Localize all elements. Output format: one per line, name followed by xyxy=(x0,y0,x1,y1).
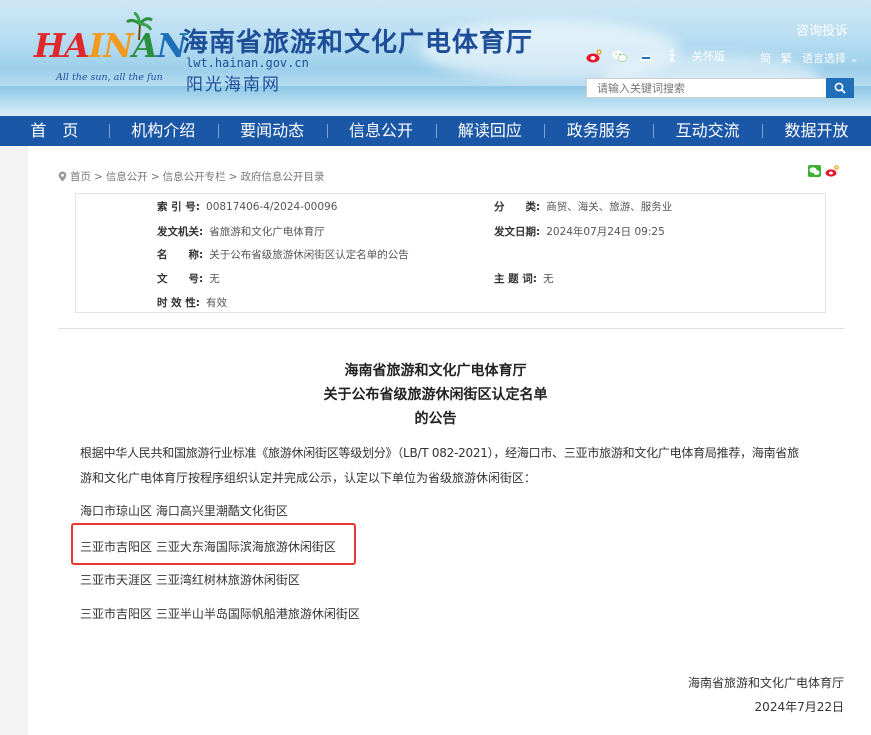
nav-services[interactable]: 政务服务 xyxy=(544,116,653,146)
consult-link[interactable]: 咨询投诉 xyxy=(796,20,848,39)
highlight-box xyxy=(71,523,356,565)
mobile-app-icon[interactable] xyxy=(638,48,654,64)
article-intro: 根据中华人民共和国旅游行业标准《旅游休闲街区等级划分》（LB/T 082-202… xyxy=(80,446,799,460)
meta-category: 分 类: 商贸、海关、旅游、服务业 xyxy=(494,201,673,213)
nav-home[interactable]: 首 页 xyxy=(0,116,109,146)
meta-issuer: 发文机关: 省旅游和文化广电体育厅 xyxy=(157,226,325,238)
nav-interpretation[interactable]: 解读回应 xyxy=(435,116,545,146)
search-bar xyxy=(586,78,854,98)
meta-validity: 时 效 性: 有效 xyxy=(157,297,228,309)
weibo-icon[interactable] xyxy=(586,48,602,64)
list-item: 三亚市天涯区 三亚湾红树林旅游休闲街区 xyxy=(80,573,300,587)
article-title-line: 海南省旅游和文化广电体育厅 xyxy=(344,363,527,379)
search-input[interactable] xyxy=(586,78,826,98)
site-subtitle: 阳光海南网 xyxy=(186,75,281,95)
nav-info-disclosure[interactable]: 信息公开 xyxy=(326,116,436,146)
social-icons: 关怀版 xyxy=(586,48,725,64)
article-intro: 游和文化广电体育厅按程序组织认定并完成公示，认定以下单位为省级旅游休闲街区： xyxy=(80,471,537,485)
list-item: 海口市琼山区 海口高兴里潮酷文化街区 xyxy=(80,504,288,518)
signature: 海南省旅游和文化广电体育厅 xyxy=(687,676,844,690)
meta-date: 发文日期: 2024年07月24日 09:25 xyxy=(494,226,665,238)
hainan-logo[interactable]: HAINAN All the sun, all the fun xyxy=(34,12,187,88)
search-button[interactable] xyxy=(826,78,854,98)
logo-slogan: All the sun, all the fun xyxy=(56,72,163,83)
breadcrumb-catalog[interactable]: 政府信息公开目录 xyxy=(240,169,324,184)
meta-name: 名 称: 关于公布省级旅游休闲街区认定名单的公告 xyxy=(157,249,409,261)
meta-docno: 文 号: 无 xyxy=(157,273,220,285)
language-switcher: 简 繁 语言选择 ⌄ xyxy=(760,50,859,66)
sign-date: 2024年7月22日 xyxy=(754,700,844,714)
nav-open-data[interactable]: 数据开放 xyxy=(762,116,871,146)
main-nav: 首 页 机构介绍 要闻动态 信息公开 解读回应 政务服务 互动交流 数据开放 xyxy=(0,116,871,146)
lang-simplified[interactable]: 简 xyxy=(760,50,771,66)
nav-interaction[interactable]: 互动交流 xyxy=(653,116,762,146)
article-title-line: 的公告 xyxy=(414,411,457,427)
lang-traditional[interactable]: 繁 xyxy=(781,50,792,66)
meta-index: 索 引 号: 00817406-4/2024-00096 xyxy=(157,201,338,213)
breadcrumb-column[interactable]: 信息公开专栏 xyxy=(163,169,226,184)
site-title[interactable]: 海南省旅游和文化广电体育厅 xyxy=(182,22,533,59)
weibo-share-icon[interactable] xyxy=(825,162,839,181)
divider xyxy=(58,328,845,329)
accessibility-icon[interactable] xyxy=(664,48,680,64)
meta-topic: 主 题 词: 无 xyxy=(494,273,554,285)
wechat-share-icon[interactable] xyxy=(808,162,821,181)
share-buttons xyxy=(808,162,839,181)
breadcrumb-home[interactable]: 首页 xyxy=(70,169,91,184)
logo-wordmark: HAINAN xyxy=(34,26,187,65)
chevron-down-icon: ⌄ xyxy=(849,52,859,65)
nav-organization[interactable]: 机构介绍 xyxy=(108,116,218,146)
site-header: HAINAN All the sun, all the fun 海南省旅游和文化… xyxy=(0,0,871,116)
lang-select[interactable]: 语言选择 ⌄ xyxy=(802,50,859,66)
wechat-icon[interactable] xyxy=(612,48,628,64)
care-mode-link[interactable]: 关怀版 xyxy=(692,48,725,64)
nav-news[interactable]: 要闻动态 xyxy=(217,116,327,146)
breadcrumb-info[interactable]: 信息公开 xyxy=(106,169,148,184)
breadcrumb: 首页 > 信息公开 > 信息公开专栏 > 政府信息公开目录 xyxy=(58,169,324,184)
site-domain: lwt.hainan.gov.cn xyxy=(186,56,309,70)
list-item: 三亚市吉阳区 三亚半山半岛国际帆船港旅游休闲街区 xyxy=(80,607,360,621)
location-pin-icon xyxy=(58,171,67,182)
article-title-line: 关于公布省级旅游休闲街区认定名单 xyxy=(323,387,548,403)
search-icon xyxy=(834,82,846,94)
page-side-gutter xyxy=(0,146,28,735)
